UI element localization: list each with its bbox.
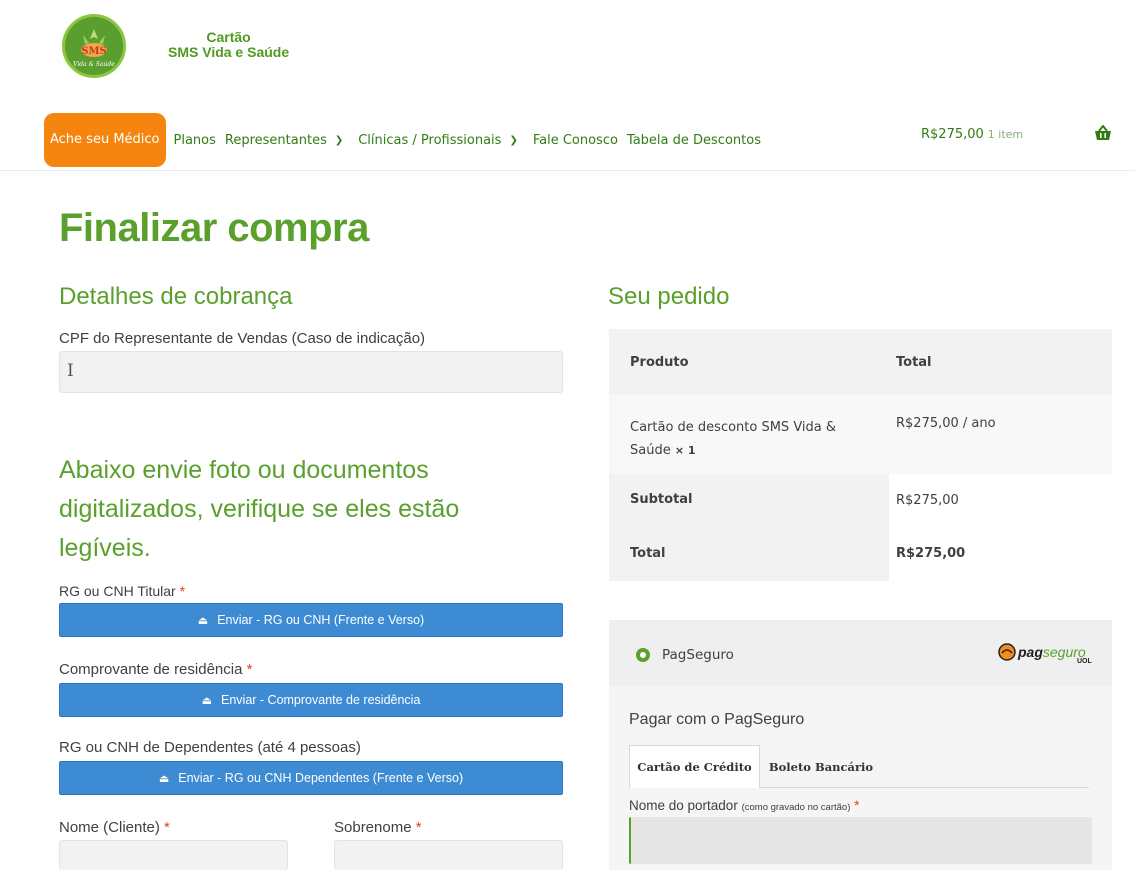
- order-heading: Seu pedido: [608, 283, 730, 310]
- logo-emblem-icon: SMS Vida & Saúde: [73, 29, 115, 68]
- pagseguro-logo: pag seguro: [998, 643, 1086, 661]
- last-name-input[interactable]: [334, 840, 563, 870]
- rg-label-text: RG ou CNH Titular: [59, 583, 176, 599]
- holder-name-input[interactable]: [629, 817, 1092, 864]
- main-nav: Ache seu Médico Planos Representantes ❯ …: [44, 113, 770, 167]
- logo-subtext: Vida & Saúde: [73, 61, 115, 68]
- first-name-label-text: Nome (Cliente): [59, 819, 160, 836]
- site-logo[interactable]: SMS Vida & Saúde: [62, 14, 126, 78]
- nav-item-label: Representantes: [224, 132, 327, 148]
- table-row: Cartão de desconto SMS Vida & Saúde × 1 …: [609, 395, 1112, 474]
- nav-item-representantes[interactable]: Representantes ❯: [225, 133, 349, 148]
- upload-rg-label: Enviar - RG ou CNH (Frente e Verso): [217, 613, 425, 627]
- upload-icon: ⏏: [158, 772, 170, 785]
- upload-icon: ⏏: [197, 614, 209, 627]
- nav-item-fale-conosco[interactable]: Fale Conosco: [533, 133, 618, 148]
- item-name-text: Cartão de desconto SMS Vida & Saúde: [630, 420, 837, 458]
- payment-title: Pagar com o PagSeguro: [629, 711, 805, 728]
- nav-item-tabela-descontos[interactable]: Tabela de Descontos: [627, 133, 761, 148]
- payment-radio[interactable]: [636, 648, 650, 662]
- subtotal-row: Subtotal R$275,00: [609, 474, 1112, 526]
- upload-rg-button[interactable]: ⏏ Enviar - RG ou CNH (Frente e Verso): [59, 603, 563, 637]
- nav-item-planos[interactable]: Planos: [174, 133, 216, 148]
- cpf-input[interactable]: [59, 351, 563, 393]
- holder-label: Nome do portador (como gravado no cartão…: [629, 798, 859, 813]
- upload-residence-button[interactable]: ⏏ Enviar - Comprovante de residência: [59, 683, 563, 717]
- pagseguro-logo-bold: pag: [1018, 644, 1043, 660]
- residence-label-text: Comprovante de residência: [59, 661, 243, 678]
- dependents-label: RG ou CNH de Dependentes (até 4 pessoas): [59, 739, 361, 756]
- subtotal-label: Subtotal: [609, 474, 889, 526]
- order-table: Produto Total Cartão de desconto SMS Vid…: [609, 329, 1112, 581]
- required-marker: *: [179, 583, 186, 599]
- item-qty: × 1: [674, 444, 696, 457]
- holder-label-text: Nome do portador: [629, 798, 738, 813]
- billing-heading: Detalhes de cobrança: [59, 283, 293, 310]
- nav-item-label: Clínicas / Profissionais: [358, 132, 502, 148]
- holder-hint: (como gravado no cartão): [741, 802, 851, 813]
- required-marker: *: [164, 819, 170, 836]
- total-row: Total R$275,00: [609, 526, 1112, 581]
- nav-item-ache-seu-medico[interactable]: Ache seu Médico: [44, 113, 166, 167]
- last-name-label-text: Sobrenome: [334, 819, 412, 836]
- total-label: Total: [609, 526, 889, 581]
- col-product-header: Produto: [630, 354, 689, 370]
- tab-credit-card[interactable]: Cartão de Crédito: [629, 745, 760, 788]
- tab-boleto[interactable]: Boleto Bancário: [762, 745, 880, 788]
- required-marker: *: [246, 661, 253, 678]
- required-marker: *: [415, 819, 422, 836]
- residence-label: Comprovante de residência *: [59, 661, 252, 678]
- col-total-header: Total: [896, 354, 932, 370]
- brand-line-1: Cartão: [206, 29, 251, 45]
- first-name-input[interactable]: [59, 840, 288, 870]
- upload-heading: Abaixo envie foto ou documentos digitali…: [59, 456, 460, 562]
- page-title: Finalizar compra: [59, 206, 369, 250]
- upload-residence-label: Enviar - Comprovante de residência: [221, 693, 421, 707]
- brand-line-2: SMS Vida e Saúde: [168, 44, 290, 60]
- chevron-down-icon[interactable]: ❯: [509, 135, 517, 146]
- cart-count: 1 item: [987, 128, 1024, 141]
- pagseguro-logo-sub: UOL: [1077, 658, 1092, 665]
- header-divider: [0, 170, 1135, 171]
- required-marker: *: [854, 798, 860, 813]
- pagseguro-logo-icon: [998, 643, 1016, 661]
- cart-total: R$275,00: [921, 127, 984, 142]
- logo-text: SMS: [81, 46, 107, 57]
- upload-dependents-label: Enviar - RG ou CNH Dependentes (Frente e…: [178, 771, 464, 785]
- subtotal-value: R$275,00: [896, 492, 959, 508]
- total-value: R$275,00: [896, 546, 966, 561]
- cpf-label: CPF do Representante de Vendas (Caso de …: [59, 330, 426, 347]
- nav-item-clinicas[interactable]: Clínicas / Profissionais ❯: [358, 133, 524, 148]
- rg-label: RG ou CNH Titular *: [59, 583, 185, 599]
- table-header-row: Produto Total: [609, 329, 1112, 395]
- item-price: R$275,00 / ano: [896, 416, 996, 431]
- brand-name[interactable]: Cartão SMS Vida e Saúde: [168, 30, 289, 60]
- chevron-down-icon[interactable]: ❯: [335, 135, 343, 146]
- text-cursor-icon: I: [67, 361, 74, 381]
- last-name-label: Sobrenome *: [334, 819, 422, 836]
- first-name-label: Nome (Cliente) *: [59, 819, 170, 836]
- basket-icon[interactable]: [1094, 124, 1112, 146]
- upload-icon: ⏏: [201, 694, 212, 707]
- payment-method-label: PagSeguro: [662, 647, 734, 663]
- item-name: Cartão de desconto SMS Vida & Saúde × 1: [609, 395, 889, 474]
- cart-summary[interactable]: R$275,00 1 item: [921, 127, 1023, 142]
- upload-dependents-button[interactable]: ⏏ Enviar - RG ou CNH Dependentes (Frente…: [59, 761, 563, 795]
